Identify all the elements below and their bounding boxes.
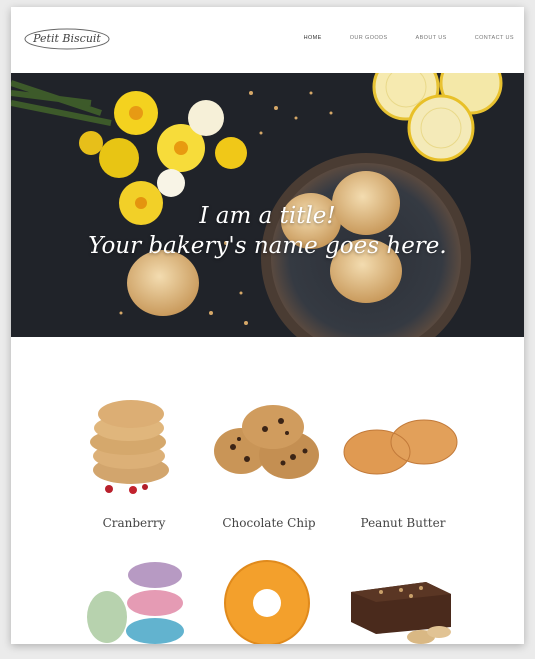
site-header: Petit Biscuit HOME OUR GOODS ABOUT US CO…: [11, 7, 524, 73]
hero-banner: I am a title! Your bakery's name goes he…: [11, 73, 524, 337]
product-name-cranberry[interactable]: Cranberry: [69, 516, 199, 530]
product-name-peanut-butter[interactable]: Peanut Butter: [338, 516, 468, 530]
hero-title: I am a title! Your bakery's name goes he…: [11, 201, 524, 261]
brownie-image[interactable]: [341, 572, 461, 644]
macarons-image[interactable]: [83, 559, 188, 644]
chocolate-chip-cookie-image[interactable]: [209, 399, 321, 489]
nav-about-us[interactable]: ABOUT US: [416, 35, 447, 41]
nav-contact-us[interactable]: CONTACT US: [475, 35, 514, 41]
product-name-chocolate-chip[interactable]: Chocolate Chip: [204, 516, 334, 530]
hero-title-line1: I am a title!: [199, 203, 336, 229]
nav-home[interactable]: HOME: [304, 35, 322, 41]
cranberry-cookie-image[interactable]: [81, 392, 181, 502]
donut-image[interactable]: [219, 559, 314, 644]
products-section: Cranberry Chocolate Chip Peanut Butter: [11, 337, 524, 644]
page-frame: Petit Biscuit HOME OUR GOODS ABOUT US CO…: [11, 7, 524, 644]
peanut-butter-cookie-image[interactable]: [339, 412, 459, 477]
hero-title-line2: Your bakery's name goes here.: [88, 233, 447, 259]
logo[interactable]: Petit Biscuit: [24, 28, 110, 50]
nav-our-goods[interactable]: OUR GOODS: [350, 35, 388, 41]
logo-text: Petit Biscuit: [33, 32, 101, 45]
main-nav: HOME OUR GOODS ABOUT US CONTACT US: [276, 35, 514, 41]
